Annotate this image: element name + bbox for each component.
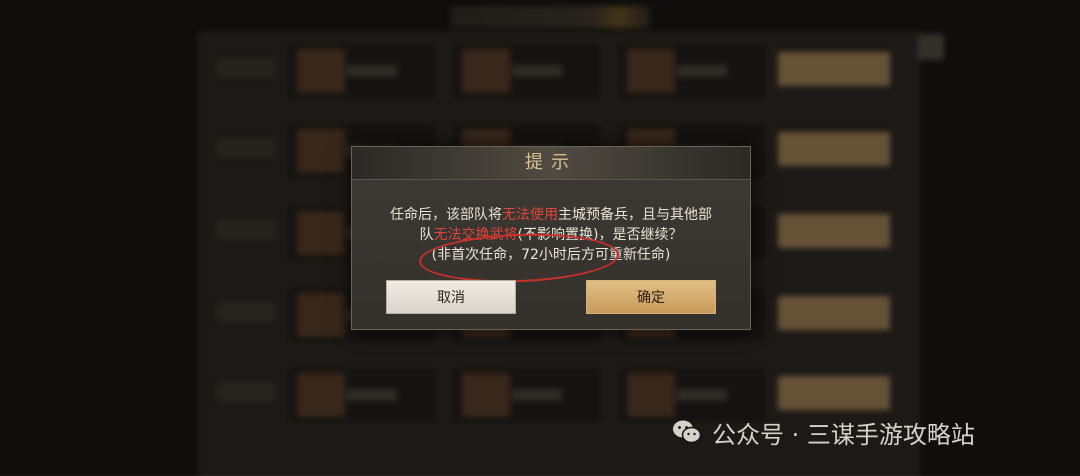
dialog-message: 任命后，该部队将无法使用主城预备兵，且与其他部 队无法交换武将(不影响置换)，是…: [366, 205, 736, 265]
watermark-text: 公众号 · 三谋手游攻略站: [712, 420, 975, 449]
confirm-dialog: 提示 任命后，该部队将无法使用主城预备兵，且与其他部 队无法交换武将(不影响置换…: [351, 146, 751, 330]
warning-text-cannot-use: 无法使用: [502, 207, 558, 223]
dialog-title: 提示: [525, 152, 577, 173]
wechat-icon: [673, 420, 702, 444]
cancel-button[interactable]: 取消: [386, 280, 516, 314]
warning-text-cannot-swap: 无法交换武将: [433, 227, 518, 243]
message-line-2: 队无法交换武将(不影响置换)，是否继续？: [419, 227, 683, 243]
watermark: 公众号 · 三谋手游攻略站: [672, 412, 975, 452]
message-line-1: 任命后，该部队将无法使用主城预备兵，且与其他部: [390, 207, 712, 223]
message-line-3: (非首次任命，72小时后方可重新任命): [431, 247, 671, 263]
confirm-button[interactable]: 确定: [586, 280, 716, 314]
